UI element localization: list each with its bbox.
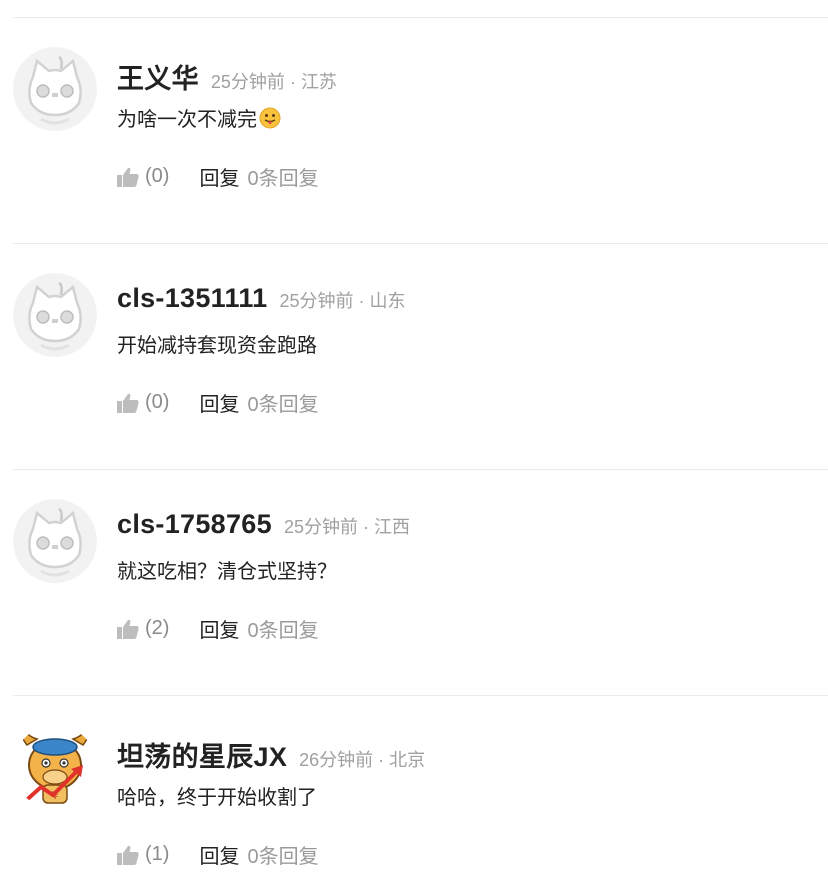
like-button[interactable]: (2) <box>117 617 169 640</box>
comment-body: 哈哈，终于开始收割了 <box>117 787 317 809</box>
timestamp: 26分钟前 <box>299 750 374 770</box>
cat-avatar-icon <box>13 47 97 131</box>
thumbs-up-icon <box>117 167 139 187</box>
cat-avatar-icon <box>13 273 97 357</box>
comment-header: 王义华 25分钟前 · 江苏 <box>117 57 337 96</box>
username[interactable]: cls-1351111 <box>117 283 267 314</box>
thumbs-up-icon <box>117 845 139 865</box>
username[interactable]: 坦荡的星辰JX <box>117 735 287 774</box>
like-button[interactable]: (0) <box>117 165 169 188</box>
comment-body: 就这吃相？清仓式坚持？ <box>117 561 337 583</box>
meta-separator: · <box>378 750 385 770</box>
comment-text: 哈哈，终于开始收割了 <box>117 781 317 810</box>
location: 江西 <box>373 517 410 537</box>
thumbs-up-icon <box>117 393 139 413</box>
comment-header: cls-1758765 25分钟前 · 江西 <box>117 509 410 540</box>
comment-item: cls-1758765 25分钟前 · 江西 就这吃相？清仓式坚持？ (2) 回复 … <box>0 469 828 695</box>
meta-separator: · <box>289 72 296 92</box>
like-count: (0) <box>145 391 170 413</box>
comment-meta: 26分钟前 · 北京 <box>299 746 425 772</box>
comment-body: 为啥一次不减完 <box>117 109 257 131</box>
comment-actions: (0) 回复 0条回复 <box>117 162 319 191</box>
comment-text: 开始减持套现资金跑路 <box>117 329 317 358</box>
timestamp: 25分钟前 <box>279 291 354 311</box>
comment-actions: (0) 回复 0条回复 <box>117 388 319 417</box>
comment-meta: 25分钟前 · 江西 <box>284 513 410 539</box>
avatar[interactable] <box>13 47 97 131</box>
like-button[interactable]: (1) <box>117 843 169 866</box>
comment-text: 就这吃相？清仓式坚持？ <box>117 555 337 584</box>
comment-item: 王义华 25分钟前 · 江苏 为啥一次不减完 (0) 回复 0条回复 <box>0 17 828 243</box>
comment-meta: 25分钟前 · 江苏 <box>211 68 337 94</box>
location: 山东 <box>369 291 406 311</box>
reply-count[interactable]: 0条回复 <box>247 162 318 191</box>
comment-text: 为啥一次不减完 <box>117 103 281 132</box>
reply-count[interactable]: 0条回复 <box>247 840 318 869</box>
comment-header: cls-1351111 25分钟前 · 山东 <box>117 283 406 314</box>
comment-item: ¥ 坦荡的星辰JX 26分钟前 · 北京 哈哈，终于开始收割了 (1) 回复 0条回… <box>0 695 828 889</box>
cat-avatar-icon <box>13 499 97 583</box>
tongue-out-emoji-icon <box>259 107 281 129</box>
comment-actions: (1) 回复 0条回复 <box>117 840 319 869</box>
comment-feed: 王义华 25分钟前 · 江苏 为啥一次不减完 (0) 回复 0条回复 cls-1… <box>0 0 828 889</box>
meta-separator: · <box>362 517 369 537</box>
avatar[interactable]: ¥ <box>13 725 97 809</box>
like-count: (2) <box>145 617 170 639</box>
reply-button[interactable]: 回复 <box>199 162 239 191</box>
reply-count[interactable]: 0条回复 <box>247 614 318 643</box>
avatar[interactable] <box>13 499 97 583</box>
avatar[interactable] <box>13 273 97 357</box>
comment-header: 坦荡的星辰JX 26分钟前 · 北京 <box>117 735 425 774</box>
reply-count[interactable]: 0条回复 <box>247 388 318 417</box>
comment-actions: (2) 回复 0条回复 <box>117 614 319 643</box>
comment-body: 开始减持套现资金跑路 <box>117 335 317 357</box>
reply-button[interactable]: 回复 <box>199 840 239 869</box>
timestamp: 25分钟前 <box>283 517 358 537</box>
like-count: (1) <box>145 843 170 865</box>
reply-button[interactable]: 回复 <box>199 614 239 643</box>
username[interactable]: 王义华 <box>117 57 199 96</box>
like-count: (0) <box>145 165 170 187</box>
timestamp: 25分钟前 <box>210 72 285 92</box>
thumbs-up-icon <box>117 619 139 639</box>
comment-item: cls-1351111 25分钟前 · 山东 开始减持套现资金跑路 (0) 回复 0… <box>0 243 828 469</box>
comment-meta: 25分钟前 · 山东 <box>279 287 405 313</box>
reply-button[interactable]: 回复 <box>199 388 239 417</box>
like-button[interactable]: (0) <box>117 391 169 414</box>
bull-avatar-icon: ¥ <box>13 725 97 809</box>
meta-separator: · <box>358 291 365 311</box>
username[interactable]: cls-1758765 <box>117 509 272 540</box>
location: 江苏 <box>300 72 337 92</box>
location: 北京 <box>389 750 426 770</box>
